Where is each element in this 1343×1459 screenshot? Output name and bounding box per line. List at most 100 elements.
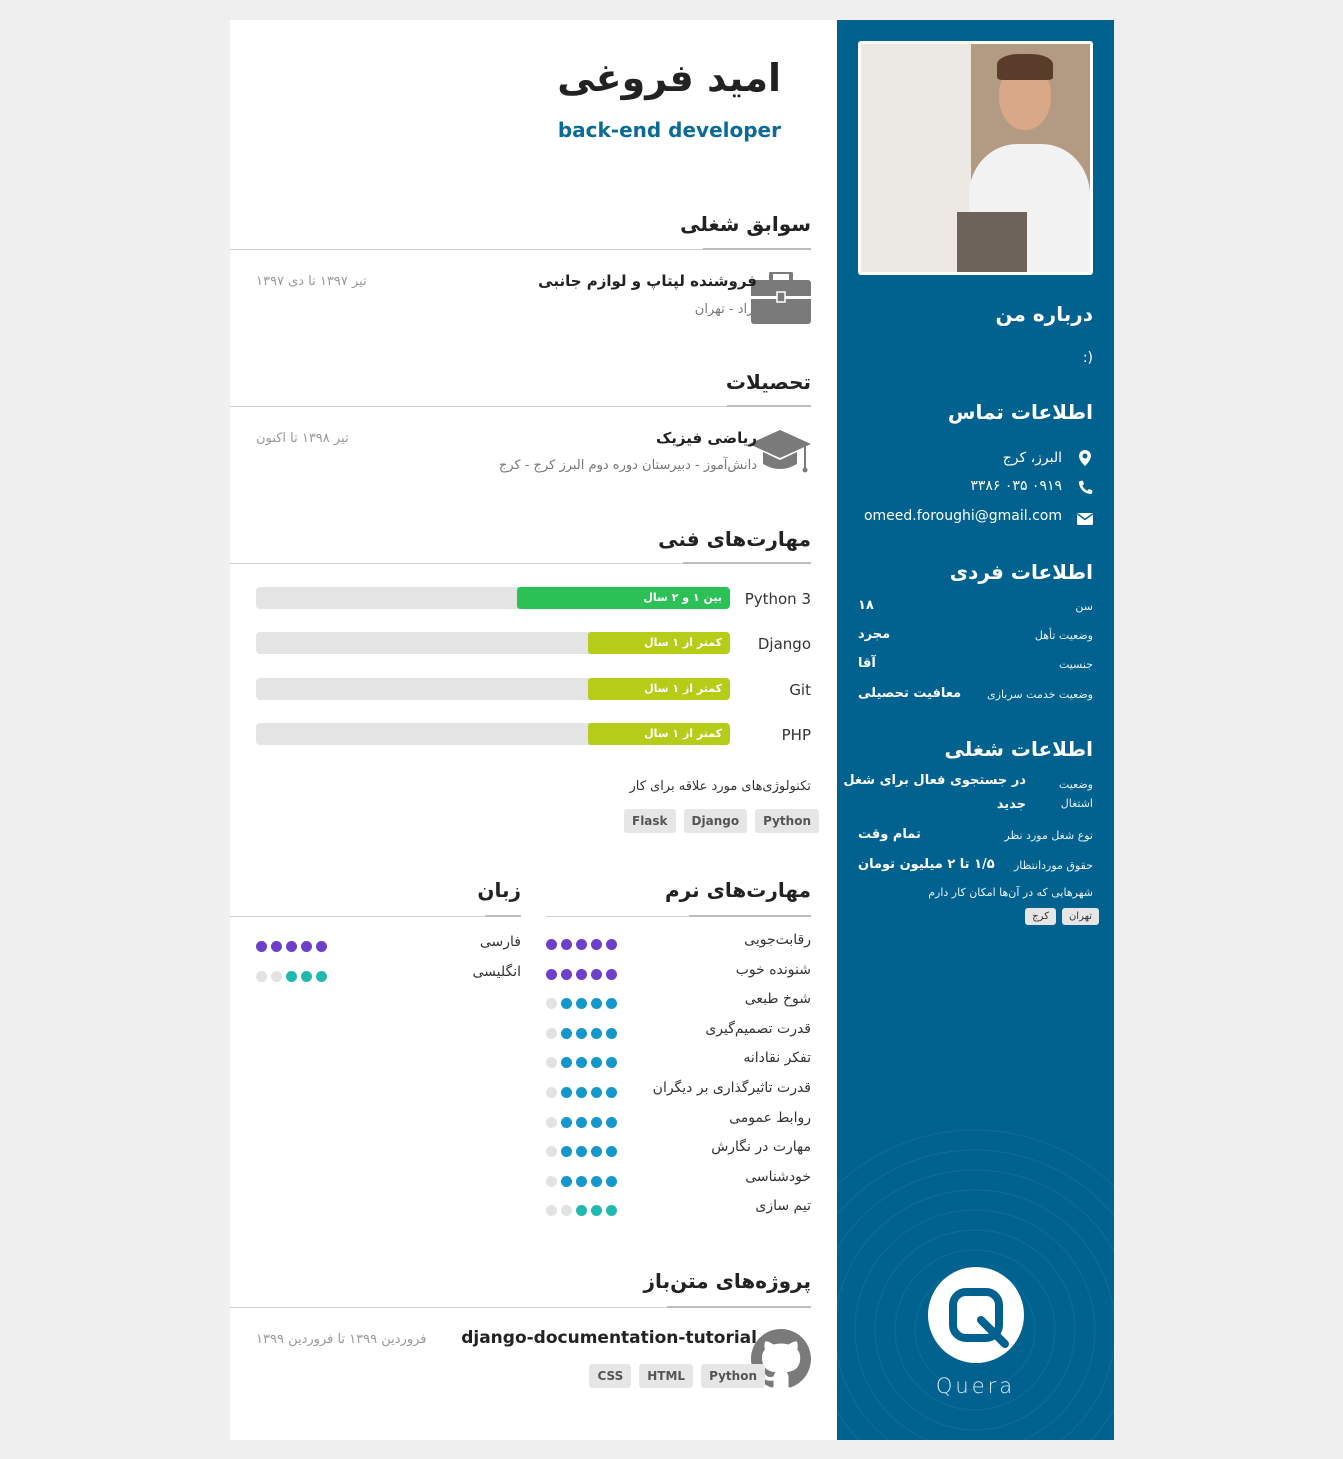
work-item-title: فروشنده لپتاپ و لوازم جانبی: [538, 272, 757, 290]
dot-filled: [546, 939, 557, 950]
skill-bar-fill: کمتر از ۱ سال: [588, 723, 730, 745]
dot-filled: [606, 998, 617, 1010]
rating-dots: [544, 1201, 619, 1220]
education-item-sub: دانش‌آموز - دبیرستان دوره دوم البرز کرج …: [498, 458, 757, 473]
job-status-key-1: وضعیت: [1058, 778, 1093, 791]
dot-empty: [256, 971, 267, 982]
dot-filled: [591, 1057, 602, 1069]
personal-key: وضعیت تأهل: [1034, 629, 1093, 642]
job-cities: تهران کرج: [1019, 904, 1099, 925]
tech-tag: Python: [755, 809, 819, 833]
project-item-title[interactable]: django-documentation-tutorial: [461, 1328, 757, 1348]
soft-skill-label: شوخ طبعی: [744, 991, 811, 1008]
dot-filled: [606, 1146, 617, 1158]
skill-bar-track: کمتر از ۱ سال: [256, 632, 730, 654]
dot-filled: [591, 1116, 602, 1128]
skill-bar-track: کمتر از ۱ سال: [256, 723, 730, 745]
interest-label: تکنولوژی‌های مورد علاقه برای کار: [629, 779, 811, 794]
soft-skill-label: مهارت در نگارش: [711, 1139, 811, 1156]
project-tag: Python: [701, 1364, 765, 1388]
city-tag: کرج: [1025, 908, 1056, 925]
about-title: درباره من: [995, 302, 1093, 326]
dot-filled: [606, 939, 617, 950]
divider: [689, 915, 811, 917]
person-name: امید فروغی: [557, 56, 781, 100]
job-salary-key: حقوق موردانتظار: [1014, 859, 1093, 872]
dot-filled: [576, 1027, 587, 1039]
dot-filled: [591, 1175, 602, 1187]
divider: [485, 915, 521, 917]
dot-filled: [561, 1087, 572, 1098]
dot-filled: [576, 939, 587, 950]
soft-skill-label: قدرت تاثیرگذاری بر دیگران: [652, 1080, 811, 1096]
dot-filled: [576, 1146, 587, 1158]
rating-dots: [544, 1142, 619, 1161]
dot-filled: [286, 941, 297, 952]
main-column: امید فروغی back-end developer سوابق شغلی…: [230, 20, 837, 1440]
dot-filled: [591, 1087, 602, 1098]
dot-filled: [591, 968, 602, 980]
tech-skills-section-title: مهارت‌های فنی: [658, 527, 811, 551]
education-item-title: ریاضی فیزیک: [655, 429, 757, 447]
contact-phone[interactable]: ۰۹۱۹ ۰۳۵ ۳۳۸۶: [970, 478, 1062, 494]
rating-dots: [254, 937, 329, 956]
dot-filled: [546, 968, 557, 980]
dot-filled: [301, 971, 312, 982]
dot-filled: [606, 1116, 617, 1128]
location-icon: [1079, 450, 1093, 466]
rating-dots: [544, 1024, 619, 1043]
personal-value: معافیت تحصیلی: [858, 686, 962, 701]
dot-filled: [271, 941, 282, 952]
soft-skill-label: تیم سازی: [755, 1198, 811, 1215]
dot-filled: [316, 941, 327, 952]
skill-bar-fill: کمتر از ۱ سال: [588, 678, 730, 700]
language-label: انگلیسی: [472, 964, 521, 980]
city-tag: تهران: [1061, 908, 1099, 925]
dot-filled: [561, 1116, 572, 1128]
skill-name: Django: [757, 635, 811, 653]
quera-logo-icon: [927, 1266, 1025, 1364]
education-section-title: تحصیلات: [725, 370, 811, 394]
soft-skills-section-title: مهارت‌های نرم: [665, 878, 811, 902]
dot-filled: [561, 1057, 572, 1069]
soft-skill-label: تفکر نقادانه: [743, 1050, 811, 1067]
dot-filled: [606, 1087, 617, 1098]
skill-bar-fill: بین ۱ و ۲ سال: [517, 587, 730, 609]
work-section-title: سوابق شغلی: [680, 212, 811, 236]
dot-empty: [546, 1087, 557, 1098]
job-salary-value: ۱/۵ تا ۲ میلیون تومان: [858, 857, 995, 872]
resume-page: امید فروغی back-end developer سوابق شغلی…: [230, 20, 1114, 1440]
personal-value: آقا: [858, 656, 876, 671]
soft-skill-label: شنونده خوب: [735, 961, 811, 978]
languages-section-title: زبان: [477, 878, 521, 902]
divider: [727, 405, 811, 407]
skill-bar-fill: کمتر از ۱ سال: [588, 632, 730, 654]
dot-empty: [546, 998, 557, 1010]
dot-filled: [591, 939, 602, 950]
skill-name: PHP: [781, 726, 811, 744]
dot-filled: [606, 1175, 617, 1187]
projects-section-title: پروژه‌های متن‌باز: [643, 1269, 811, 1293]
about-text: :): [1082, 350, 1093, 366]
contact-email[interactable]: omeed.foroughi@gmail.com: [864, 508, 1062, 524]
rating-dots: [544, 1172, 619, 1191]
dot-filled: [576, 1087, 587, 1098]
dot-filled: [256, 941, 267, 952]
rating-dots: [544, 994, 619, 1013]
dot-filled: [561, 939, 572, 950]
dot-empty: [546, 1175, 557, 1187]
job-type-value: تمام وقت: [858, 827, 921, 842]
personal-key: وضعیت خدمت سربازی: [987, 688, 1093, 701]
dot-filled: [576, 1205, 587, 1217]
dot-filled: [301, 941, 312, 952]
divider: [683, 562, 811, 564]
tech-tag: Django: [683, 809, 748, 833]
dot-filled: [561, 1146, 572, 1158]
personal-key: جنسیت: [1058, 658, 1093, 671]
job-title: اطلاعات شغلی: [944, 737, 1093, 761]
dot-filled: [591, 1146, 602, 1158]
dot-filled: [561, 968, 572, 980]
dot-filled: [561, 1175, 572, 1187]
dot-filled: [316, 971, 327, 982]
job-status-value-2: جدید: [996, 797, 1026, 812]
